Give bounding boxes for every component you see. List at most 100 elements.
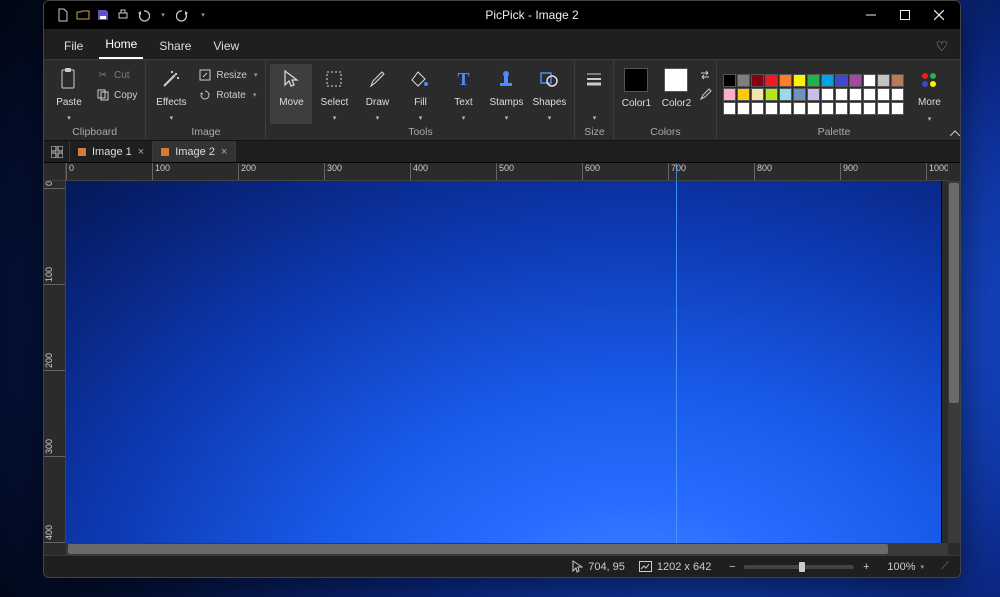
fill-tool-button[interactable]: Fill ▾ — [399, 64, 441, 124]
swap-colors-icon[interactable] — [698, 68, 712, 82]
palette-swatch[interactable] — [877, 74, 890, 87]
ruler-tick: 800 — [754, 163, 772, 180]
stamps-tool-button[interactable]: Stamps ▾ — [485, 64, 527, 124]
close-tab-icon[interactable]: × — [221, 146, 227, 158]
qat-overflow-icon[interactable]: ▾ — [196, 8, 210, 22]
palette-swatch[interactable] — [779, 74, 792, 87]
horizontal-scrollbar[interactable] — [66, 543, 948, 555]
open-folder-icon[interactable] — [76, 8, 90, 22]
new-file-icon[interactable] — [56, 8, 70, 22]
palette-swatch[interactable] — [765, 74, 778, 87]
palette-swatch[interactable] — [835, 102, 848, 115]
text-tool-button[interactable]: T Text ▾ — [442, 64, 484, 124]
collapse-ribbon-button[interactable] — [950, 60, 960, 140]
palette-swatch[interactable] — [723, 88, 736, 101]
move-tool-button[interactable]: Move ▾ — [270, 64, 312, 124]
palette-swatch[interactable] — [751, 74, 764, 87]
minimize-button[interactable] — [854, 1, 888, 29]
palette-swatch[interactable] — [863, 102, 876, 115]
palette-swatch[interactable] — [793, 102, 806, 115]
ruler-horizontal[interactable]: 01002003004005006007008009001000 — [66, 163, 948, 181]
palette-swatch[interactable] — [891, 88, 904, 101]
palette-swatch[interactable] — [737, 74, 750, 87]
palette-swatch[interactable] — [821, 88, 834, 101]
ruler-vertical[interactable]: 0100200300400 — [44, 181, 66, 543]
close-button[interactable] — [922, 1, 956, 29]
vertical-guide[interactable] — [676, 181, 677, 543]
save-icon[interactable] — [96, 8, 110, 22]
palette-swatch[interactable] — [737, 102, 750, 115]
redo-icon[interactable] — [176, 8, 190, 22]
zoom-level[interactable]: 100% ▾ — [887, 561, 924, 573]
size-button[interactable]: . ▾ — [579, 64, 609, 124]
palette-swatch[interactable] — [793, 88, 806, 101]
palette-swatch[interactable] — [877, 102, 890, 115]
color2-button[interactable]: Color2 ▾ — [658, 64, 694, 124]
resize-button[interactable]: Resize▾ — [194, 66, 261, 84]
palette-swatch[interactable] — [807, 102, 820, 115]
rotate-button[interactable]: Rotate▾ — [194, 86, 261, 104]
select-tool-button[interactable]: Select ▾ — [313, 64, 355, 124]
palette-swatch[interactable] — [821, 102, 834, 115]
close-tab-icon[interactable]: × — [138, 146, 144, 158]
canvas-viewport[interactable] — [66, 181, 948, 543]
document-tab-image1[interactable]: Image 1 × — [70, 141, 153, 162]
document-icon — [161, 148, 169, 156]
tab-home[interactable]: Home — [99, 33, 143, 59]
scrollbar-thumb[interactable] — [68, 544, 888, 554]
undo-dropdown-icon[interactable]: ▾ — [156, 8, 170, 22]
print-icon[interactable] — [116, 8, 130, 22]
zoom-in-button[interactable]: + — [859, 560, 873, 574]
palette-swatch[interactable] — [891, 74, 904, 87]
ribbon: Paste ▾ ✂Cut Copy Clipboard Effects ▾ R — [44, 59, 960, 141]
palette-swatch[interactable] — [891, 102, 904, 115]
tab-file[interactable]: File — [58, 35, 89, 59]
palette-swatch[interactable] — [723, 102, 736, 115]
undo-icon[interactable] — [136, 8, 150, 22]
tab-view[interactable]: View — [207, 35, 245, 59]
palette-swatch[interactable] — [779, 88, 792, 101]
palette-swatch[interactable] — [751, 102, 764, 115]
more-colors-button[interactable]: More ▾ — [912, 65, 946, 125]
copy-button[interactable]: Copy — [92, 86, 141, 104]
paste-button[interactable]: Paste ▾ — [48, 64, 90, 124]
favorite-icon[interactable]: ♡ — [935, 38, 948, 59]
shapes-tool-button[interactable]: Shapes ▾ — [528, 64, 570, 124]
document-tab-image2[interactable]: Image 2 × — [153, 141, 236, 162]
maximize-button[interactable] — [888, 1, 922, 29]
palette-swatch[interactable] — [765, 102, 778, 115]
palette-swatch[interactable] — [863, 74, 876, 87]
palette-swatch[interactable] — [877, 88, 890, 101]
tab-share[interactable]: Share — [153, 35, 197, 59]
color1-button[interactable]: Color1 ▾ — [618, 64, 654, 124]
zoom-slider[interactable] — [744, 565, 854, 569]
palette-swatch[interactable] — [835, 88, 848, 101]
windows-grid-button[interactable] — [44, 141, 70, 162]
palette-swatch[interactable] — [835, 74, 848, 87]
palette-swatch[interactable] — [849, 88, 862, 101]
palette-swatch[interactable] — [751, 88, 764, 101]
palette-swatch[interactable] — [807, 88, 820, 101]
cut-button[interactable]: ✂Cut — [92, 66, 141, 84]
zoom-out-button[interactable]: − — [725, 560, 739, 574]
palette-swatch[interactable] — [863, 88, 876, 101]
resize-grip-icon[interactable]: ⟋ — [938, 560, 952, 574]
palette-swatch[interactable] — [723, 74, 736, 87]
shapes-icon — [538, 68, 560, 90]
scrollbar-thumb[interactable] — [949, 183, 959, 403]
palette-swatch[interactable] — [793, 74, 806, 87]
draw-tool-button[interactable]: Draw ▾ — [356, 64, 398, 124]
effects-button[interactable]: Effects ▾ — [150, 64, 192, 124]
palette-swatch[interactable] — [779, 102, 792, 115]
canvas[interactable] — [66, 181, 942, 543]
palette-swatch[interactable] — [807, 74, 820, 87]
palette-swatch[interactable] — [849, 102, 862, 115]
palette-swatch[interactable] — [821, 74, 834, 87]
eyedropper-icon[interactable] — [698, 86, 712, 100]
palette-swatch[interactable] — [765, 88, 778, 101]
zoom-slider-thumb[interactable] — [799, 562, 805, 572]
ruler-corner-bottom — [44, 543, 66, 555]
palette-swatch[interactable] — [849, 74, 862, 87]
vertical-scrollbar[interactable] — [948, 181, 960, 543]
palette-swatch[interactable] — [737, 88, 750, 101]
